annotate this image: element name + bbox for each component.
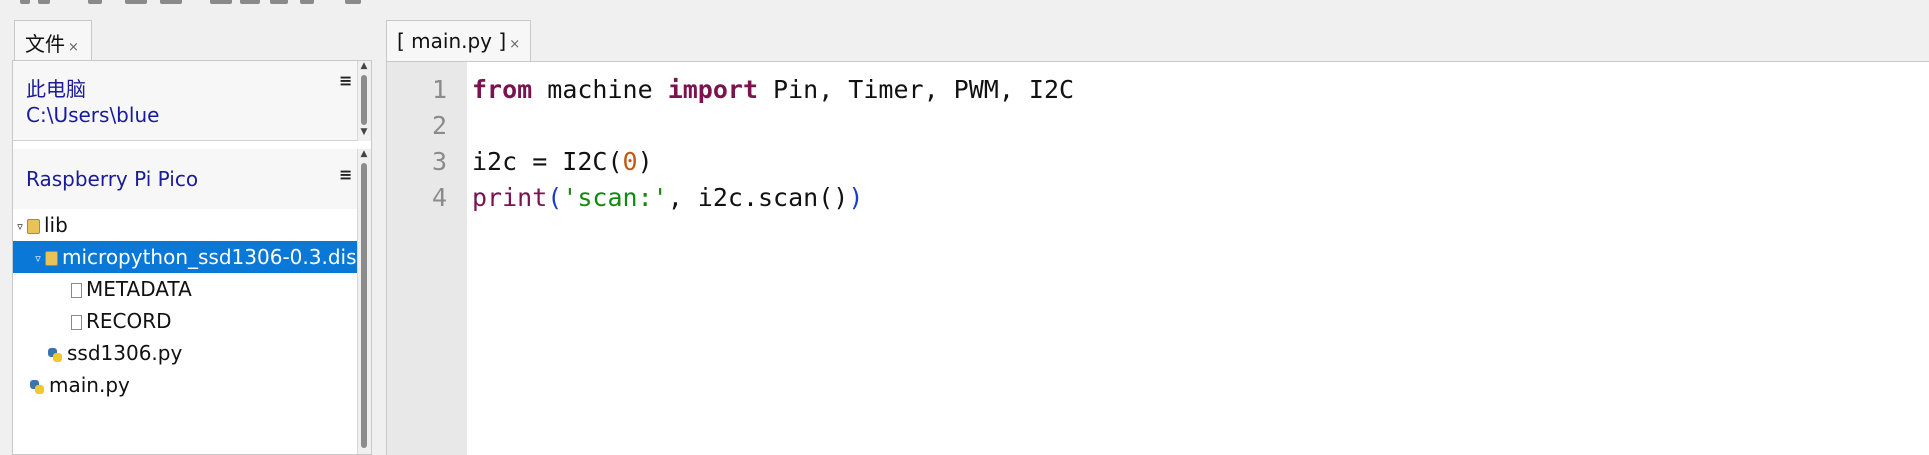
scroll-up-icon[interactable]: ▲ <box>359 61 369 71</box>
menu-icon[interactable]: ≡ <box>339 71 352 90</box>
builtin-token: print <box>472 183 548 212</box>
step-into-icon[interactable] <box>240 0 260 4</box>
this-pc-title: 此电脑 <box>26 77 86 101</box>
resume-icon[interactable] <box>300 0 314 4</box>
line-number: 3 <box>431 147 447 176</box>
editor-tab-label: [ main.py ] <box>397 29 507 53</box>
expand-arrow-icon[interactable]: ▿ <box>31 243 45 274</box>
close-icon[interactable]: × <box>509 37 520 52</box>
folder-icon <box>27 219 40 234</box>
bracket-token: ) <box>848 183 864 212</box>
scroll-thumb[interactable] <box>361 75 367 125</box>
tree-item-label: micropython_ssd1306-0.3.dist-info <box>62 245 357 269</box>
device-scrollbar[interactable]: ▲ <box>357 149 371 454</box>
python-file-icon <box>29 379 45 395</box>
editor-tab-main[interactable]: [ main.py ] × <box>386 20 531 62</box>
number-token: 0 <box>622 147 638 176</box>
expand-arrow-icon[interactable]: ▿ <box>13 211 27 242</box>
thonny-window: 文件 × 此电脑 C:\Users\blue ≡ ▲ ▼ Raspberry Pi… <box>0 0 1929 455</box>
tree-item-metadata[interactable]: METADATA <box>13 273 357 305</box>
close-icon[interactable]: × <box>68 40 79 55</box>
tree-item-label: ssd1306.py <box>67 341 183 365</box>
code-token: Pin, Timer, PWM, I2C <box>758 75 1075 104</box>
tree-item-main[interactable]: main.py <box>13 369 357 401</box>
tree-item-lib[interactable]: ▿ lib <box>13 209 357 241</box>
python-file-icon <box>47 347 63 363</box>
files-panel-body: 此电脑 C:\Users\blue ≡ ▲ ▼ Raspberry Pi Pic… <box>12 60 372 455</box>
this-pc-path[interactable]: C:\Users\blue <box>26 103 159 127</box>
code-token: ) <box>637 147 653 176</box>
scroll-down-icon[interactable]: ▼ <box>359 127 369 137</box>
bracket-token: ( <box>547 183 563 212</box>
code-line-4[interactable]: print('scan:', i2c.scan()) <box>472 180 863 216</box>
stop-icon[interactable] <box>345 0 361 4</box>
tree-item-record[interactable]: RECORD <box>13 305 357 337</box>
code-line-1[interactable]: from machine import Pin, Timer, PWM, I2C <box>472 72 1074 108</box>
tree-item-label: RECORD <box>86 309 172 333</box>
open-file-icon[interactable] <box>38 0 50 4</box>
device-title: Raspberry Pi Pico <box>26 167 199 191</box>
step-out-icon[interactable] <box>270 0 288 4</box>
files-tab[interactable]: 文件 × <box>14 20 92 61</box>
tree-item-label: lib <box>44 213 68 237</box>
line-number: 1 <box>431 75 447 104</box>
files-panel: 文件 × 此电脑 C:\Users\blue ≡ ▲ ▼ Raspberry Pi… <box>0 15 380 455</box>
string-token: 'scan:' <box>562 183 668 212</box>
tree-item-dist-info[interactable]: ▿ micropython_ssd1306-0.3.dist-info <box>13 241 357 273</box>
keyword-token: from <box>472 75 533 104</box>
code-line-3[interactable]: i2c = I2C(0) <box>472 144 653 180</box>
scroll-up-icon[interactable]: ▲ <box>359 149 369 159</box>
line-number: 2 <box>431 111 447 140</box>
line-number: 4 <box>431 183 447 212</box>
tree-item-label: METADATA <box>86 277 192 301</box>
toolbar <box>0 0 1929 10</box>
code-token: , i2c.scan() <box>667 183 849 212</box>
new-file-icon[interactable] <box>20 0 30 4</box>
device-section: Raspberry Pi Pico ≡ ▿ lib ▿ micropython_ss… <box>13 149 357 454</box>
scroll-thumb[interactable] <box>361 163 367 448</box>
run-icon[interactable] <box>125 0 147 4</box>
folder-icon <box>45 251 58 266</box>
tree-item-label: main.py <box>49 373 130 397</box>
line-number-gutter: 1 2 3 4 <box>387 62 467 455</box>
file-icon <box>71 315 82 330</box>
code-token: machine <box>532 75 668 104</box>
files-tab-label: 文件 <box>25 32 65 56</box>
menu-icon[interactable]: ≡ <box>339 165 352 184</box>
step-over-icon[interactable] <box>210 0 232 4</box>
tree-item-ssd1306[interactable]: ssd1306.py <box>13 337 357 369</box>
code-editor[interactable]: 1 2 3 4 from machine import Pin, Timer, … <box>386 61 1929 455</box>
keyword-token: import <box>667 75 758 104</box>
device-header: Raspberry Pi Pico ≡ <box>13 149 357 209</box>
save-icon[interactable] <box>88 0 102 4</box>
debug-icon[interactable] <box>160 0 182 4</box>
this-pc-scrollbar[interactable]: ▲ ▼ <box>357 61 371 141</box>
code-token: i2c = I2C( <box>472 147 623 176</box>
this-pc-section: 此电脑 C:\Users\blue ≡ <box>13 61 357 141</box>
file-icon <box>71 283 82 298</box>
